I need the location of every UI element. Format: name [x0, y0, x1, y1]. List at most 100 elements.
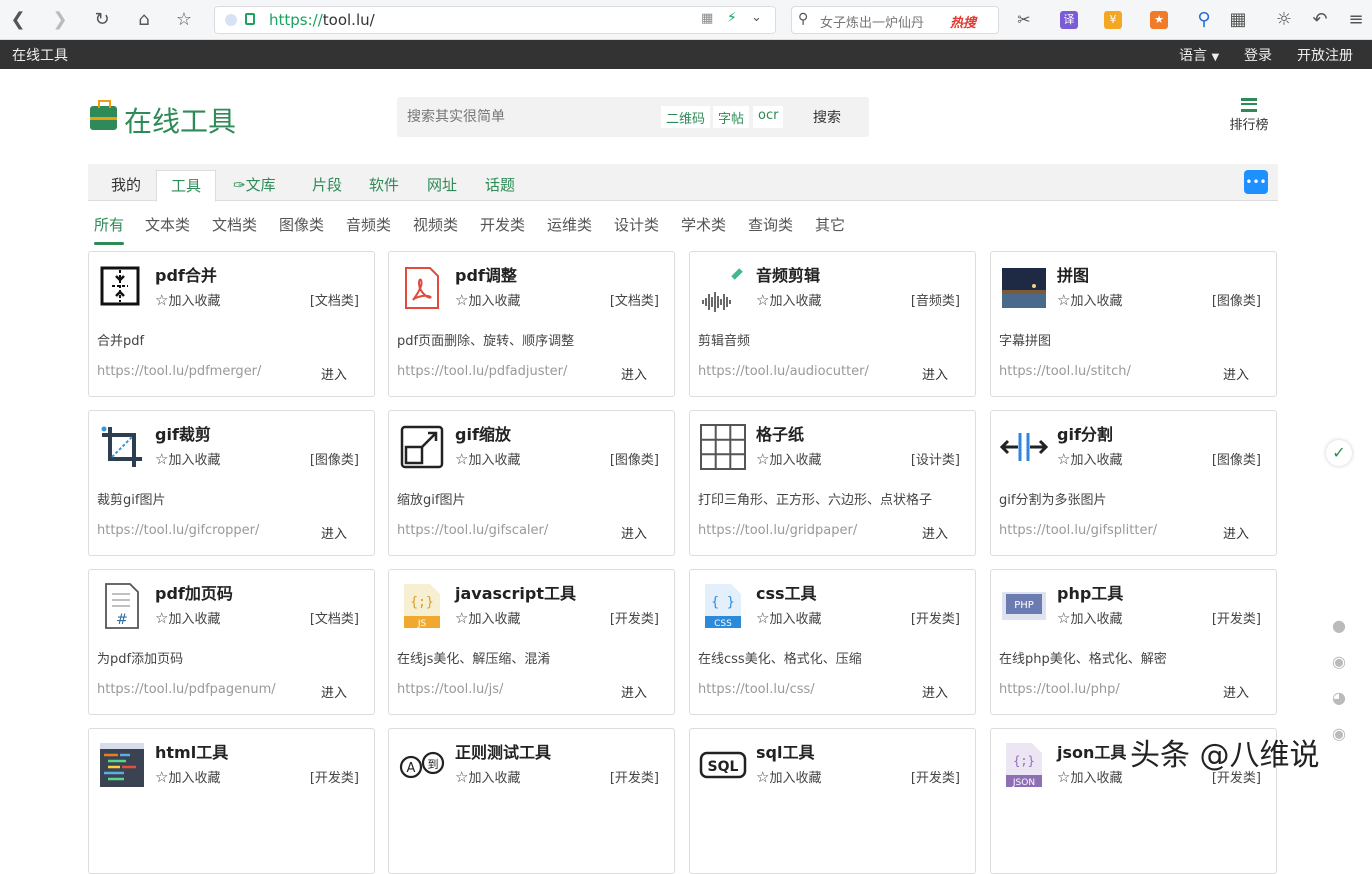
tool-card[interactable]: A 到正则测试工具 ☆加入收藏 [开发类]	[388, 728, 675, 874]
tool-card[interactable]: # pdf加页码 ☆加入收藏 [文档类] 为pdf添加页码 https://tool.lu…	[88, 569, 375, 715]
tool-url[interactable]: https://tool.lu/pdfmerger/	[97, 364, 261, 379]
tool-url[interactable]: https://tool.lu/pdfadjuster/	[397, 364, 567, 379]
enter-button[interactable]: 进入	[621, 682, 647, 701]
category-video[interactable]: 视频类	[413, 214, 458, 235]
tool-card[interactable]: PHP php工具 ☆加入收藏 [开发类] 在线php美化、格式化、解密 https://…	[990, 569, 1277, 715]
feedback-icon[interactable]: ✓	[1326, 440, 1352, 466]
tool-name[interactable]: 正则测试工具	[455, 739, 551, 763]
tool-card[interactable]: 格子纸 ☆加入收藏 [设计类] 打印三角形、正方形、六边形、点状格子 https://t…	[689, 410, 976, 556]
tool-card[interactable]: 音频剪辑 ☆加入收藏 [音频类] 剪辑音频 https://tool.lu/audioc…	[689, 251, 976, 397]
enter-button[interactable]: 进入	[321, 523, 347, 542]
scissors-icon[interactable]: ✂	[1012, 8, 1036, 32]
add-favorite-button[interactable]: ☆加入收藏	[756, 290, 821, 309]
category-dev[interactable]: 开发类	[480, 214, 525, 235]
tool-url[interactable]: https://tool.lu/css/	[698, 682, 815, 697]
chat-icon[interactable]: •••	[1244, 170, 1268, 194]
qr-code-icon[interactable]: ▦	[701, 11, 713, 26]
category-audio[interactable]: 音频类	[346, 214, 391, 235]
reload-icon[interactable]: ↻	[90, 8, 114, 32]
category-ops[interactable]: 运维类	[547, 214, 592, 235]
translate-icon[interactable]: 译	[1060, 11, 1078, 29]
category-other[interactable]: 其它	[815, 214, 845, 235]
tool-url[interactable]: https://tool.lu/stitch/	[999, 364, 1131, 379]
tool-url[interactable]: https://tool.lu/gifcropper/	[97, 523, 259, 538]
tab-library[interactable]: ✑文库	[233, 174, 276, 195]
tool-card[interactable]: pdf合并 ☆加入收藏 [文档类] 合并pdf https://tool.lu/pdfm…	[88, 251, 375, 397]
tab-tools[interactable]: 工具	[156, 170, 217, 202]
add-favorite-button[interactable]: ☆加入收藏	[455, 767, 520, 786]
quick-tag-copybook[interactable]: 字帖	[713, 106, 750, 128]
tool-url[interactable]: https://tool.lu/php/	[999, 682, 1120, 697]
theme-sun-icon[interactable]: ☼	[1272, 8, 1296, 32]
site-search-input[interactable]	[407, 103, 647, 131]
add-favorite-button[interactable]: ☆加入收藏	[756, 449, 821, 468]
back-icon[interactable]: ❮	[6, 8, 30, 32]
tool-name[interactable]: gif缩放	[455, 421, 511, 445]
language-menu[interactable]: 语言 ▼	[1179, 45, 1219, 65]
tool-name[interactable]: css工具	[756, 580, 817, 604]
lightning-icon[interactable]: ⚡	[727, 10, 737, 26]
coupon-icon[interactable]: ¥	[1104, 11, 1122, 29]
register-link[interactable]: 开放注册	[1297, 45, 1353, 65]
add-favorite-button[interactable]: ☆加入收藏	[455, 290, 520, 309]
tool-url[interactable]: https://tool.lu/js/	[397, 682, 503, 697]
enter-button[interactable]: 进入	[1223, 682, 1249, 701]
zoom-search-icon[interactable]: ⚲	[1192, 8, 1216, 32]
category-text[interactable]: 文本类	[145, 214, 190, 235]
tool-url[interactable]: https://tool.lu/gridpaper/	[698, 523, 857, 538]
forward-icon[interactable]: ❯	[48, 8, 72, 32]
tool-card[interactable]: gif分割 ☆加入收藏 [图像类] gif分割为多张图片 https://tool.lu…	[990, 410, 1277, 556]
enter-button[interactable]: 进入	[621, 364, 647, 383]
category-academic[interactable]: 学术类	[681, 214, 726, 235]
category-document[interactable]: 文档类	[212, 214, 257, 235]
tab-urls[interactable]: 网址	[427, 174, 457, 195]
tool-name[interactable]: sql工具	[756, 739, 814, 763]
tool-card[interactable]: html工具 ☆加入收藏 [开发类]	[88, 728, 375, 874]
tool-card[interactable]: {;} JS javascript工具 ☆加入收藏 [开发类] 在线js美化、解压缩、混淆…	[388, 569, 675, 715]
tool-name[interactable]: pdf合并	[155, 262, 217, 286]
add-favorite-button[interactable]: ☆加入收藏	[1057, 290, 1122, 309]
apps-grid-icon[interactable]: ▦	[1226, 8, 1250, 32]
dropdown-icon[interactable]: ⌄	[751, 10, 762, 25]
add-favorite-button[interactable]: ☆加入收藏	[1057, 767, 1122, 786]
tool-card[interactable]: gif缩放 ☆加入收藏 [图像类] 缩放gif图片 https://tool.lu/gi…	[388, 410, 675, 556]
github-icon[interactable]: ◉	[1328, 724, 1350, 746]
tool-name[interactable]: gif分割	[1057, 421, 1113, 445]
tool-name[interactable]: gif裁剪	[155, 421, 211, 445]
enter-button[interactable]: 进入	[1223, 523, 1249, 542]
enter-button[interactable]: 进入	[621, 523, 647, 542]
undo-icon[interactable]: ↶	[1308, 8, 1332, 32]
tool-url[interactable]: https://tool.lu/pdfpagenum/	[97, 682, 276, 697]
tool-card[interactable]: 拼图 ☆加入收藏 [图像类] 字幕拼图 https://tool.lu/stitch/进…	[990, 251, 1277, 397]
enter-button[interactable]: 进入	[922, 364, 948, 383]
tool-name[interactable]: html工具	[155, 739, 228, 763]
home-icon[interactable]: ⌂	[132, 8, 156, 32]
enter-button[interactable]: 进入	[321, 682, 347, 701]
tool-card[interactable]: gif裁剪 ☆加入收藏 [图像类] 裁剪gif图片 https://tool.lu/gi…	[88, 410, 375, 556]
tool-card[interactable]: SQL sql工具 ☆加入收藏 [开发类]	[689, 728, 976, 874]
add-favorite-button[interactable]: ☆加入收藏	[756, 767, 821, 786]
tool-card[interactable]: pdf调整 ☆加入收藏 [文档类] pdf页面删除、旋转、顺序调整 https://to…	[388, 251, 675, 397]
enter-button[interactable]: 进入	[1223, 364, 1249, 383]
category-image[interactable]: 图像类	[279, 214, 324, 235]
weibo-icon[interactable]: ◕	[1328, 688, 1350, 710]
tool-card[interactable]: { } CSS css工具 ☆加入收藏 [开发类] 在线css美化、格式化、压缩 https…	[689, 569, 976, 715]
tool-name[interactable]: php工具	[1057, 580, 1123, 604]
category-query[interactable]: 查询类	[748, 214, 793, 235]
enter-button[interactable]: 进入	[922, 682, 948, 701]
quick-tag-ocr[interactable]: ocr	[753, 106, 784, 128]
tool-name[interactable]: pdf加页码	[155, 580, 233, 604]
add-favorite-button[interactable]: ☆加入收藏	[455, 449, 520, 468]
add-favorite-button[interactable]: ☆加入收藏	[756, 608, 821, 627]
menu-icon[interactable]: ≡	[1344, 8, 1368, 32]
hot-search-badge[interactable]: 热搜	[950, 12, 976, 31]
bookmark-star-icon[interactable]: ☆	[172, 8, 196, 32]
add-favorite-button[interactable]: ☆加入收藏	[455, 608, 520, 627]
tab-snippets[interactable]: 片段	[312, 174, 342, 195]
enter-button[interactable]: 进入	[321, 364, 347, 383]
site-search-button[interactable]: 搜索	[813, 107, 841, 127]
browser-search-box[interactable]: ⚲ 女子炼出一炉仙丹 热搜	[791, 6, 999, 34]
tool-name[interactable]: json工具	[1057, 739, 1126, 763]
tool-url[interactable]: https://tool.lu/gifscaler/	[397, 523, 548, 538]
tool-url[interactable]: https://tool.lu/audiocutter/	[698, 364, 869, 379]
